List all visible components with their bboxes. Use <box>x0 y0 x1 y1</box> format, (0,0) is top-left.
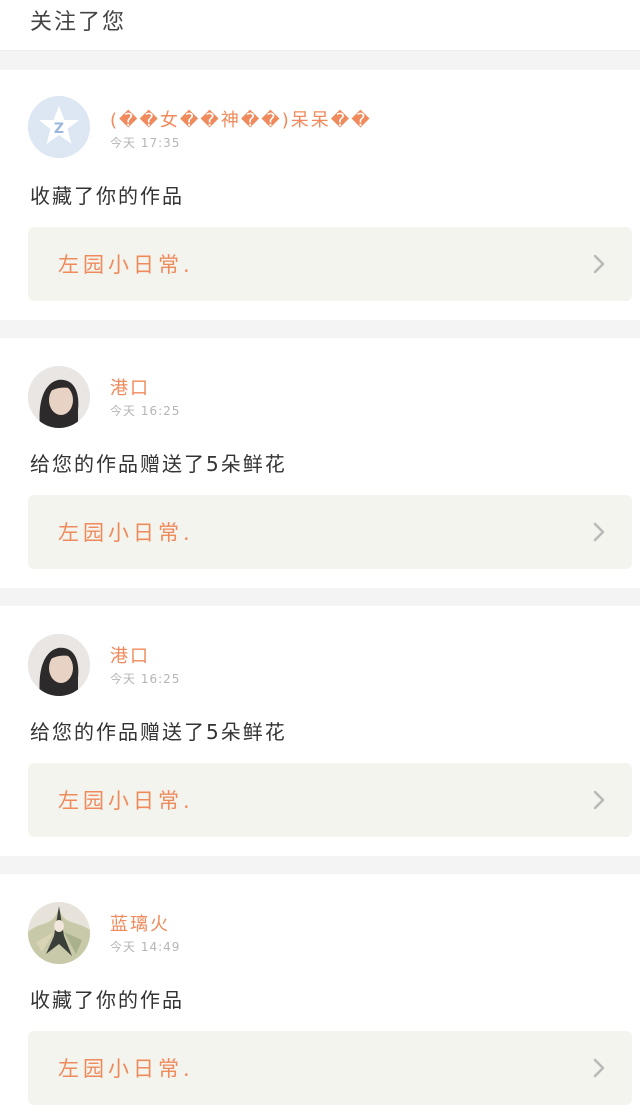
notification-card: Z (��女��神��)呆呆�� 今天 17:35 收藏了你的作品 左园小日常. <box>0 70 640 320</box>
chevron-right-icon <box>593 254 605 274</box>
chevron-right-icon <box>593 790 605 810</box>
user-name[interactable]: 蓝璃火 <box>110 910 170 936</box>
work-title: 左园小日常. <box>58 253 194 277</box>
work-link[interactable]: 左园小日常. <box>28 495 632 569</box>
avatar[interactable] <box>28 366 90 428</box>
work-title: 左园小日常. <box>58 1057 194 1081</box>
action-text: 收藏了你的作品 <box>30 184 184 208</box>
svg-text:Z: Z <box>54 121 64 137</box>
chevron-right-icon <box>593 1058 605 1078</box>
action-text: 给您的作品赠送了5朵鲜花 <box>30 452 287 476</box>
top-notification-strip[interactable]: 关注了您 <box>0 0 640 51</box>
user-name[interactable]: 港口 <box>110 374 150 400</box>
chevron-right-icon <box>593 522 605 542</box>
anime-avatar-icon <box>28 902 90 964</box>
work-title: 左园小日常. <box>58 521 194 545</box>
user-name[interactable]: 港口 <box>110 642 150 668</box>
portrait-avatar-icon <box>28 634 90 696</box>
notification-card: 港口 今天 16:25 给您的作品赠送了5朵鲜花 左园小日常. <box>0 338 640 588</box>
default-avatar-icon: Z <box>28 96 90 158</box>
notification-card: 蓝璃火 今天 14:49 收藏了你的作品 左园小日常. <box>0 874 640 1120</box>
timestamp: 今天 17:35 <box>110 136 181 150</box>
timestamp: 今天 16:25 <box>110 404 181 418</box>
action-text: 收藏了你的作品 <box>30 988 184 1012</box>
notification-card: 港口 今天 16:25 给您的作品赠送了5朵鲜花 左园小日常. <box>0 606 640 856</box>
work-title: 左园小日常. <box>58 789 194 813</box>
follow-notice-text: 关注了您 <box>30 10 127 35</box>
avatar[interactable]: Z <box>28 96 90 158</box>
timestamp: 今天 14:49 <box>110 940 181 954</box>
avatar[interactable] <box>28 634 90 696</box>
work-link[interactable]: 左园小日常. <box>28 227 632 301</box>
avatar[interactable] <box>28 902 90 964</box>
action-text: 给您的作品赠送了5朵鲜花 <box>30 720 287 744</box>
portrait-avatar-icon <box>28 366 90 428</box>
work-link[interactable]: 左园小日常. <box>28 763 632 837</box>
timestamp: 今天 16:25 <box>110 672 181 686</box>
work-link[interactable]: 左园小日常. <box>28 1031 632 1105</box>
user-name[interactable]: (��女��神��)呆呆�� <box>110 106 372 132</box>
